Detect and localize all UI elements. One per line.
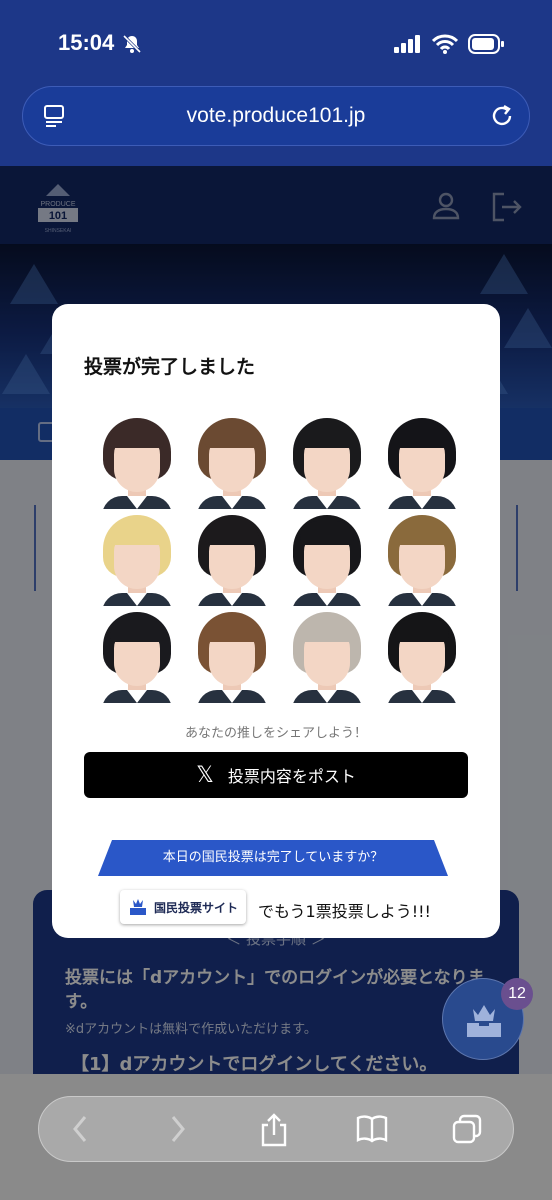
ballot-box-icon [130, 899, 146, 915]
share-label: あなたの推しをシェアしよう！ [184, 726, 367, 741]
status-time: 15:04 [58, 30, 115, 55]
x-logo-icon: 𝕏 [196, 762, 214, 788]
reload-icon[interactable] [489, 103, 515, 133]
url-text[interactable]: vote.produce101.jp [23, 104, 529, 128]
trainee-photo [90, 509, 185, 606]
trainee-photo [280, 509, 375, 606]
promo-text: でもう1票投票しよう!!! [258, 902, 431, 921]
trainee-photo [280, 412, 375, 509]
trainee-photo [280, 606, 375, 703]
trainee-photo [375, 606, 470, 703]
promo-site-label: 国民投票サイト [154, 900, 239, 915]
wifi-icon [431, 34, 459, 58]
trainee-photo [90, 412, 185, 509]
back-icon[interactable] [69, 1113, 91, 1149]
tabs-icon[interactable] [451, 1113, 483, 1149]
post-button-label: 投票内容をポスト [227, 767, 356, 786]
trainee-photo [375, 412, 470, 509]
national-vote-promo: 本日の国民投票は完了していますか？ 国民投票サイト でもう1票投票しよう!!! [98, 838, 468, 938]
vote-count-badge: 12 [501, 978, 533, 1010]
status-bar: 15:04 [0, 0, 552, 90]
url-bar[interactable]: vote.produce101.jp [22, 86, 530, 146]
national-vote-site-button[interactable]: 国民投票サイト [120, 890, 246, 924]
signal-icon [394, 35, 422, 57]
bell-muted-icon [122, 34, 142, 58]
share-icon[interactable] [259, 1113, 289, 1151]
post-vote-button[interactable]: 𝕏 投票内容をポスト [84, 752, 468, 798]
vote-complete-modal: 投票が完了しました あなたの推しをシェアしよう！ 𝕏 投票内容をポスト 本日の国… [52, 304, 500, 938]
battery-icon [468, 34, 504, 58]
bookmarks-icon[interactable] [355, 1113, 389, 1147]
trainee-photo [185, 412, 280, 509]
trainee-photo-grid [90, 412, 470, 703]
trainee-photo [185, 606, 280, 703]
modal-title: 投票が完了しました [84, 356, 256, 378]
forward-icon[interactable] [167, 1113, 189, 1149]
promo-ribbon: 本日の国民投票は完了していますか？ [98, 840, 448, 876]
trainee-photo [375, 509, 470, 606]
trainee-photo [90, 606, 185, 703]
trainee-photo [185, 509, 280, 606]
browser-toolbar [38, 1096, 514, 1162]
